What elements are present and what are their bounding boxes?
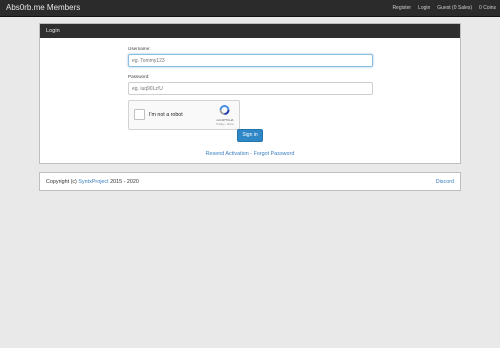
discord-link[interactable]: Discord (436, 179, 454, 185)
nav-register-link[interactable]: Register (392, 5, 411, 11)
footer-panel: Copyright (c) SyntxProject 2015 - 2020 D… (39, 172, 461, 191)
recaptcha-brand: reCAPTCHA (216, 118, 234, 122)
copyright-text: Copyright (c) SyntxProject 2015 - 2020 (46, 179, 139, 185)
login-panel: Login Username: Password: I'm not a robo… (39, 23, 461, 164)
recaptcha-label: I'm not a robot (149, 112, 183, 118)
nav-guest-status[interactable]: Guest (0 Sales) (437, 5, 472, 11)
nav-login-link[interactable]: Login (418, 5, 430, 11)
sign-in-button[interactable]: Sign in (237, 129, 263, 142)
login-panel-title: Login (40, 24, 460, 38)
password-input[interactable] (128, 82, 373, 95)
nav-coins-status[interactable]: 0 Coins (479, 5, 496, 11)
copyright-prefix: Copyright (c) (46, 179, 79, 185)
account-links: Resend Activation - Forgot Password (40, 151, 460, 157)
recaptcha-widget: I'm not a robot reCAPTCHA Privacy - Term… (128, 100, 240, 130)
navbar-menu: Register Login Guest (0 Sales) 0 Coins (392, 5, 496, 11)
recaptcha-logo-icon (219, 105, 230, 115)
top-navbar: Abs0rb.me Members Register Login Guest (… (0, 0, 500, 17)
username-label: Username: (128, 46, 151, 51)
copyright-suffix: 2015 - 2020 (108, 179, 139, 185)
recaptcha-checkbox[interactable] (134, 109, 145, 120)
username-input[interactable] (128, 54, 373, 67)
syntxproject-link[interactable]: SyntxProject (78, 179, 108, 185)
recaptcha-privacy-terms[interactable]: Privacy - Terms (211, 123, 239, 126)
forgot-password-link[interactable]: Forgot Password (254, 151, 295, 157)
brand-link[interactable]: Abs0rb.me Members (6, 3, 80, 12)
resend-activation-link[interactable]: Resend Activation (206, 151, 249, 157)
password-label: Password: (128, 74, 150, 79)
